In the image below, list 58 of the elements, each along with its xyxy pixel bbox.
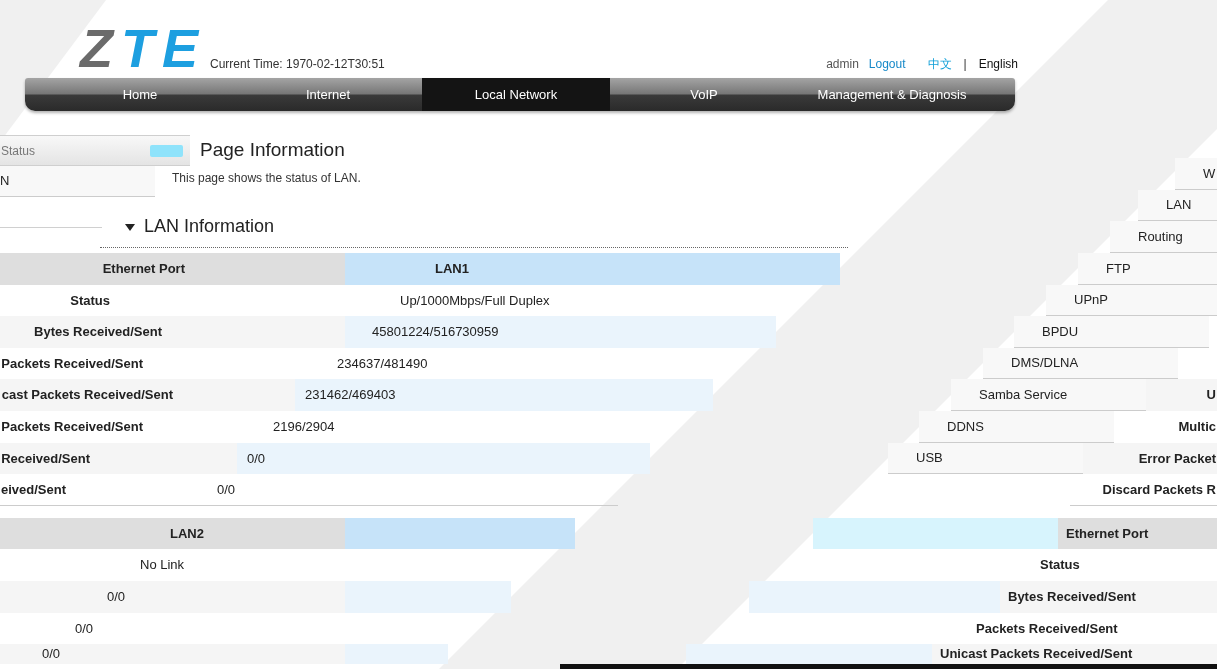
label-cell: Bytes Received/Sent (0, 316, 345, 348)
sidebar-item[interactable]: Routing (1110, 221, 1217, 253)
sidebar-item[interactable]: BPDU (1014, 316, 1209, 348)
triangle-icon[interactable] (125, 221, 135, 232)
sidebar-item[interactable]: LAN (1138, 189, 1217, 222)
sidebar-title: Status (0, 142, 36, 160)
row-label: Packets Received/Sent (1, 418, 143, 436)
label-cell: Error Packet (1083, 442, 1217, 475)
value-cell: 0/0 (0, 644, 345, 665)
language-link[interactable]: English (978, 55, 1018, 73)
marker-icon (150, 144, 183, 157)
row-label: Packets Received/Sent (976, 619, 1118, 638)
row-label: Packets Received/Sent (1, 354, 143, 373)
header-cell: Ethernet Port (0, 253, 345, 285)
sidebar-item[interactable]: DMS/DLNA (983, 347, 1178, 380)
row-value: 0/0 (75, 619, 94, 638)
row-label: Discard Packets R (1102, 480, 1216, 499)
logo: ZTE (80, 21, 206, 75)
row-label: Status (70, 291, 110, 310)
row-label: eived/Sent (0, 480, 66, 499)
nav-tab[interactable]: VoIP (610, 78, 798, 111)
sidebar-item[interactable]: Samba Service (951, 379, 1146, 411)
value-cell: 45801224/516730959 (345, 316, 776, 348)
section-title: LAN Information (144, 215, 275, 238)
header-cell: LAN2 (0, 517, 345, 550)
row-label: Multic (1178, 418, 1216, 436)
nav-tab[interactable]: Home (46, 78, 234, 111)
language-separator: | (963, 56, 967, 73)
header-cell: LAN1 (345, 253, 840, 285)
row-value: Up/1000Mbps/Full Duplex (400, 291, 550, 310)
sidebar-item[interactable]: USB (888, 442, 1083, 475)
label-cell: Received/Sent (0, 442, 237, 475)
label-cell: U (1146, 379, 1217, 411)
row-label: Status (1040, 556, 1080, 575)
nav-tab[interactable]: Local Network (422, 78, 610, 111)
page-title: Page Information (200, 138, 345, 163)
row-value: No Link (140, 556, 185, 575)
sidebar-item[interactable]: UPnP (1046, 284, 1217, 317)
current-time: Current Time: 1970-02-12T30:51 (210, 56, 385, 73)
username: admin (826, 56, 859, 73)
nav-tab[interactable]: Internet (234, 78, 422, 111)
row-value: 0/0 (217, 480, 236, 499)
sidebar-item[interactable]: DDNS (919, 410, 1114, 443)
value-cell: 0/0 (0, 580, 345, 613)
header-cell: Ethernet Port (1058, 517, 1217, 550)
logout-link[interactable]: Logout (868, 55, 906, 73)
label-cell: Unicast Packets Received/Sent (932, 644, 1217, 665)
label-cell: Bytes Received/Sent (1000, 580, 1217, 613)
label-cell: cast Packets Received/Sent (0, 379, 295, 411)
value-cell: 0/0 (237, 442, 650, 475)
sidebar-item[interactable]: FTP (1078, 253, 1217, 285)
sidebar-item[interactable]: N (0, 166, 155, 197)
row-value: 2196/2904 (273, 418, 335, 436)
nav-tab[interactable]: Management & Diagnosis (798, 78, 986, 111)
sidebar-item[interactable]: W (1175, 158, 1217, 190)
value-cell: 231462/469403 (295, 379, 713, 411)
page-description: This page shows the status of LAN. (172, 170, 361, 187)
row-value: 234637/481490 (337, 354, 428, 373)
